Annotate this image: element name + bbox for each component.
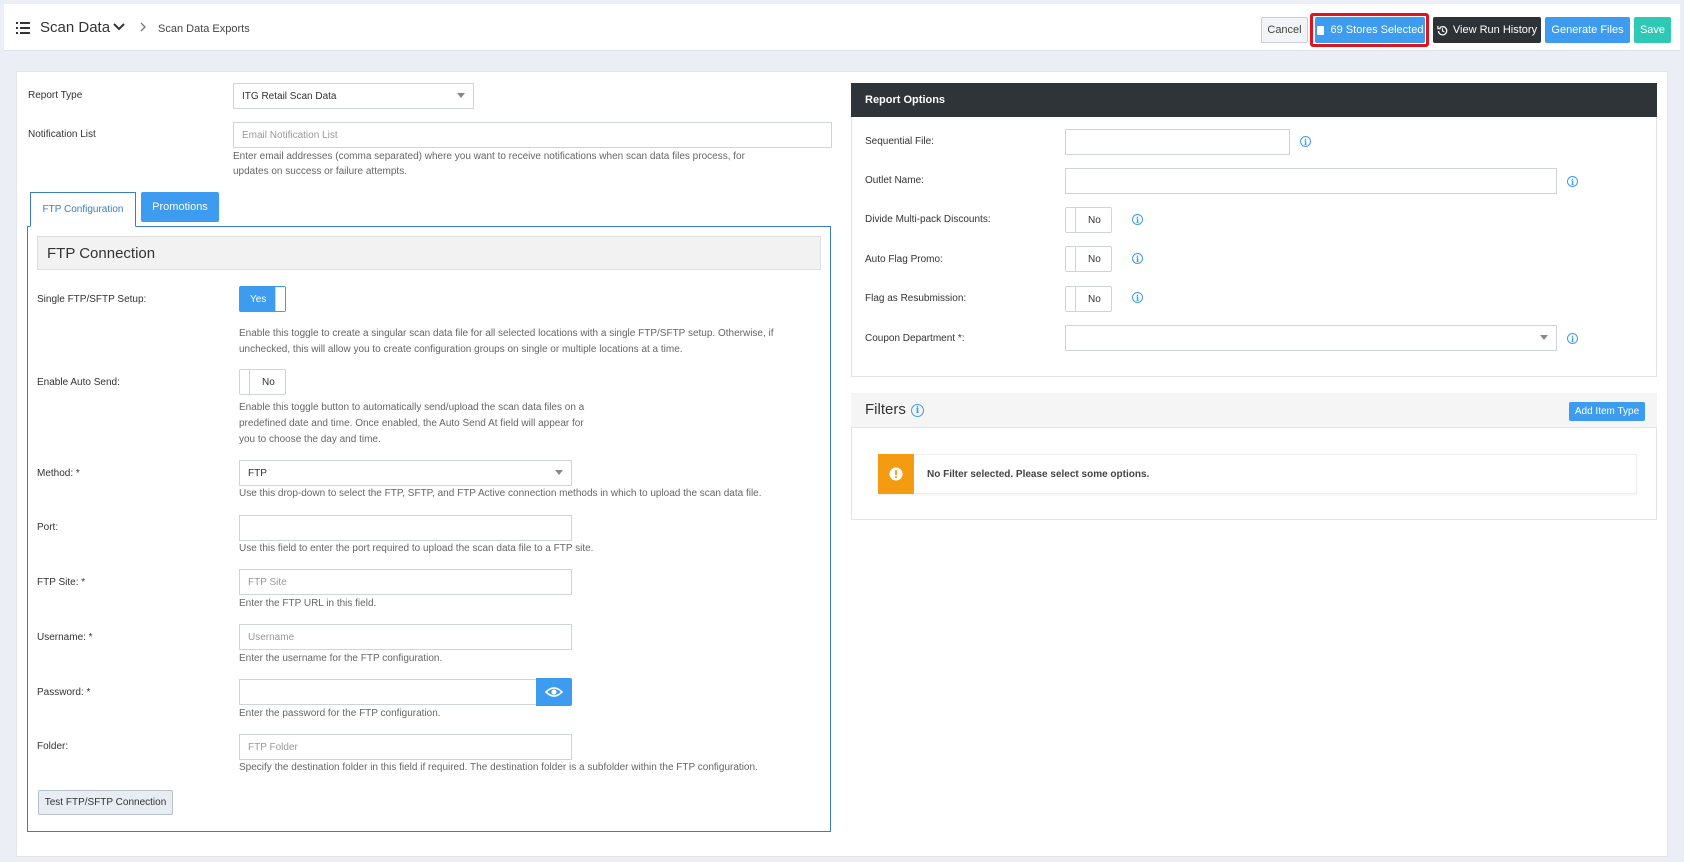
resubmission-label: Flag as Resubmission: — [865, 293, 967, 304]
empty-filter-message: No Filter selected. Please select some o… — [927, 469, 1150, 480]
outlet-name-input[interactable] — [1065, 168, 1557, 194]
generate-files-button[interactable]: Generate Files — [1545, 17, 1630, 43]
info-icon[interactable]: i — [1132, 214, 1143, 225]
history-icon — [1437, 25, 1448, 36]
info-icon[interactable]: i — [1567, 333, 1578, 344]
password-help: Enter the password for the FTP configura… — [239, 708, 441, 719]
filters-title: Filters — [865, 401, 906, 418]
single-ftp-help-1: Enable this toggle to create a singular … — [239, 328, 774, 339]
auto-send-label: Enable Auto Send: — [37, 377, 120, 388]
info-icon[interactable]: i — [1132, 253, 1143, 264]
username-placeholder: Username — [248, 631, 295, 643]
folder-label: Folder: — [37, 741, 69, 752]
auto-send-toggle[interactable]: No — [239, 369, 286, 395]
ftp-connection-heading: FTP Connection — [37, 236, 821, 270]
stores-selected-button[interactable]: 69 Stores Selected — [1315, 17, 1425, 43]
divide-multipack-toggle[interactable]: No — [1065, 207, 1112, 233]
single-ftp-toggle[interactable]: Yes — [239, 286, 286, 312]
toggle-knob — [1066, 208, 1076, 232]
notification-help-1: Enter email addresses (comma separated) … — [233, 151, 745, 162]
sequential-file-input[interactable] — [1065, 129, 1290, 155]
info-icon[interactable]: i — [1132, 292, 1143, 303]
toggle-knob — [275, 287, 285, 311]
auto-flag-promo-label: Auto Flag Promo: — [865, 254, 943, 265]
test-connection-button[interactable]: Test FTP/SFTP Connection — [38, 790, 173, 815]
folder-help: Specify the destination folder in this f… — [239, 762, 758, 773]
info-icon[interactable]: i — [1567, 176, 1578, 187]
filters-header — [851, 393, 1657, 428]
add-item-type-button[interactable]: Add Item Type — [1569, 402, 1645, 421]
report-type-select[interactable]: ITG Retail Scan Data — [233, 83, 474, 109]
view-run-history-label: View Run History — [1452, 24, 1538, 36]
ftp-site-help: Enter the FTP URL in this field. — [239, 598, 377, 609]
divide-multipack-label: Divide Multi-pack Discounts: — [865, 214, 991, 225]
method-help: Use this drop-down to select the FTP, SF… — [239, 488, 762, 499]
password-input[interactable] — [239, 679, 537, 705]
eye-icon[interactable] — [536, 678, 572, 706]
save-button[interactable]: Save — [1634, 17, 1671, 43]
caret-down-icon — [1540, 335, 1548, 340]
notification-help-2: updates on success or failure attempts. — [233, 166, 407, 177]
port-input[interactable] — [239, 515, 572, 541]
single-ftp-label: Single FTP/SFTP Setup: — [37, 294, 147, 305]
method-label: Method: * — [37, 468, 80, 479]
password-label: Password: * — [37, 687, 91, 698]
auto-flag-promo-toggle[interactable]: No — [1065, 246, 1112, 272]
notification-placeholder: Email Notification List — [242, 129, 338, 141]
sequential-file-label: Sequential File: — [865, 136, 934, 147]
tab-ftp-configuration[interactable]: FTP Configuration — [30, 192, 136, 227]
username-input[interactable]: Username — [239, 624, 572, 650]
store-icon — [1316, 25, 1324, 35]
folder-placeholder: FTP Folder — [248, 741, 298, 753]
info-icon[interactable]: i — [911, 404, 924, 417]
chevron-right-icon — [139, 21, 147, 35]
auto-send-help-2: predefined date and time. Once enabled, … — [239, 418, 584, 429]
caret-down-icon — [457, 93, 465, 98]
coupon-department-label: Coupon Department *: — [865, 333, 965, 344]
tab-promotions[interactable]: Promotions — [141, 192, 219, 222]
resubmission-toggle-text: No — [1088, 294, 1101, 305]
chevron-down-icon[interactable] — [113, 21, 125, 35]
list-icon[interactable] — [16, 22, 30, 34]
single-ftp-help-2: unchecked, this will allow you to create… — [239, 344, 683, 355]
caret-down-icon — [555, 470, 563, 475]
view-run-history-button[interactable]: View Run History — [1433, 17, 1541, 43]
port-help: Use this field to enter the port require… — [239, 543, 594, 554]
coupon-department-select[interactable] — [1065, 325, 1557, 351]
folder-input[interactable]: FTP Folder — [239, 734, 572, 760]
toggle-knob — [1066, 287, 1076, 311]
app-title: Scan Data — [40, 19, 111, 36]
warning-icon — [878, 454, 914, 494]
method-select[interactable]: FTP — [239, 460, 572, 486]
ftp-site-label: FTP Site: * — [37, 577, 86, 588]
info-icon[interactable]: i — [1300, 136, 1311, 147]
outlet-name-label: Outlet Name: — [865, 175, 924, 186]
auto-flag-promo-toggle-text: No — [1088, 254, 1101, 265]
cancel-button[interactable]: Cancel — [1261, 17, 1308, 43]
toggle-knob — [240, 370, 250, 394]
ftp-site-input[interactable]: FTP Site — [239, 569, 572, 595]
auto-send-help-3: you to choose the day and time. — [239, 434, 381, 445]
username-label: Username: * — [37, 632, 93, 643]
report-options-heading: Report Options — [851, 83, 1657, 117]
port-label: Port: — [37, 522, 59, 533]
notification-list-input[interactable]: Email Notification List — [233, 122, 832, 148]
report-type-value: ITG Retail Scan Data — [242, 90, 337, 102]
report-type-label: Report Type — [28, 90, 83, 101]
username-help: Enter the username for the FTP configura… — [239, 653, 443, 664]
auto-send-toggle-text: No — [262, 377, 275, 388]
toggle-knob — [1066, 247, 1076, 271]
auto-send-help-1: Enable this toggle button to automatical… — [239, 402, 585, 413]
ftp-site-placeholder: FTP Site — [248, 576, 287, 588]
method-value: FTP — [248, 467, 267, 479]
breadcrumb[interactable]: Scan Data Exports — [158, 23, 250, 35]
stores-selected-label: 69 Stores Selected — [1330, 24, 1424, 36]
divide-multipack-toggle-text: No — [1088, 215, 1101, 226]
single-ftp-toggle-text: Yes — [250, 294, 267, 305]
resubmission-toggle[interactable]: No — [1065, 286, 1112, 312]
notification-list-label: Notification List — [28, 129, 96, 140]
